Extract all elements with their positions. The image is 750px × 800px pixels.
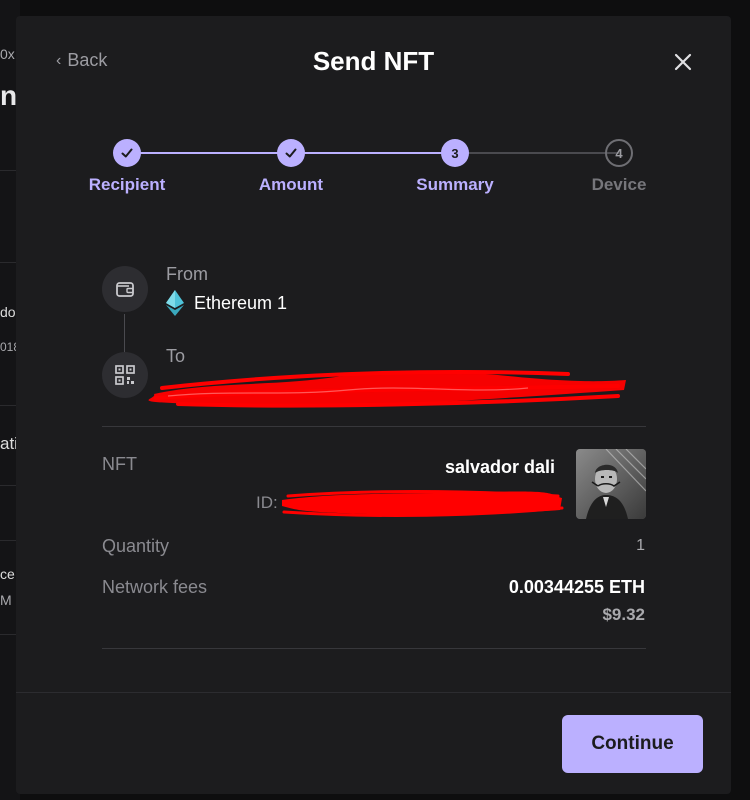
section-divider [102,648,646,649]
nft-portrait-image [576,449,646,519]
footer-divider [16,692,731,693]
quantity-value: 1 [636,537,645,554]
close-button[interactable] [673,52,693,72]
step-label: Device [591,175,647,194]
network-fees-crypto: 0.00344255 ETH [508,577,645,597]
ethereum-icon [166,290,184,316]
bg-fragment: do [0,304,16,320]
step-number: 4 [605,139,633,167]
from-label: From [166,264,208,284]
close-icon [674,53,692,71]
step-label: Recipient [88,175,166,194]
step-number: 3 [441,139,469,167]
qr-icon-badge [102,352,148,398]
bg-fragment: n [0,80,18,111]
checkmark-icon [113,139,141,167]
bg-fragment: ce [0,566,15,582]
step-device: 4 Device [559,139,679,195]
checkmark-icon [277,139,305,167]
nft-id-label: ID: [256,493,278,512]
from-account-name: Ethereum 1 [194,292,288,313]
bg-fragment: M [0,592,12,608]
step-label: Summary [416,175,494,194]
nft-name: salvador dali [444,457,555,477]
bg-fragment: 0x [0,46,15,62]
qr-code-icon [115,365,135,385]
wallet-icon-badge [102,266,148,312]
nft-thumbnail [576,449,646,519]
from-to-connector [124,314,125,356]
network-fees-fiat: $9.32 [602,605,645,624]
modal-title: Send NFT [312,46,435,76]
step-label: Amount [258,175,324,194]
section-divider [102,426,646,427]
wallet-icon [116,282,134,297]
step-amount: Amount [231,139,351,195]
quantity-label: Quantity [102,536,170,556]
send-nft-modal: ‹ Back Send NFT Recipient Amount 3 Summa… [16,16,731,794]
continue-button[interactable]: Continue [562,715,703,773]
step-summary: 3 Summary [395,139,515,195]
from-account: Ethereum 1 [166,290,287,316]
progress-stepper: Recipient Amount 3 Summary 4 Device [16,139,731,209]
redacted-recipient-address [148,369,626,408]
step-recipient: Recipient [67,139,187,195]
nft-label: NFT [102,454,137,474]
redacted-nft-id [282,490,564,517]
network-fees-label: Network fees [102,577,208,597]
